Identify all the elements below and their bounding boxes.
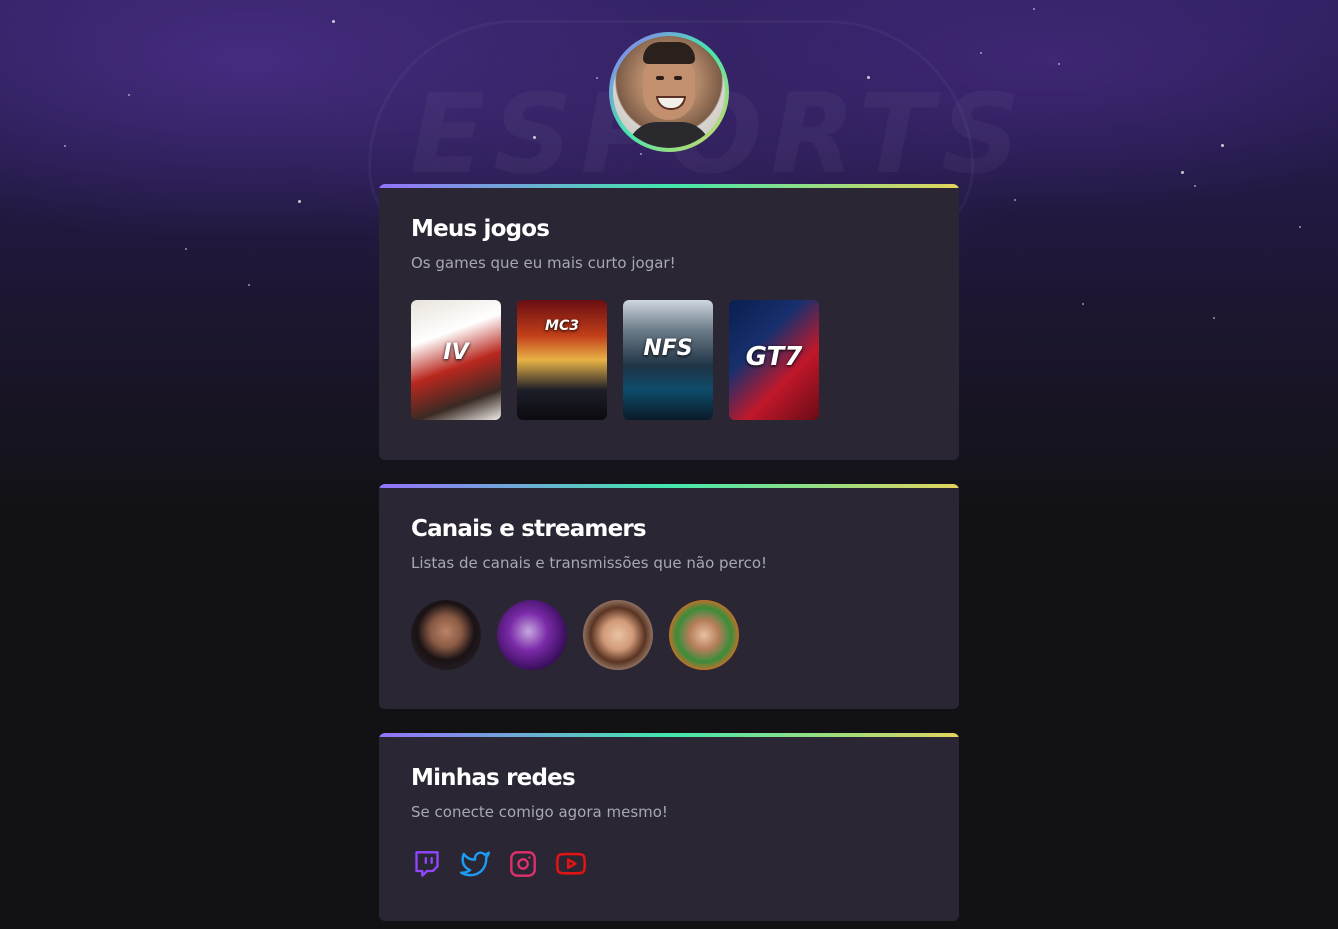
streamers-title: Canais e streamers — [411, 516, 647, 542]
streamers-subtitle: Listas de canais e transmissões que não … — [411, 554, 768, 572]
twitch-link[interactable] — [411, 848, 443, 880]
streamers-card: Canais e streamers Listas de canais e tr… — [379, 484, 959, 709]
instagram-link[interactable] — [507, 848, 539, 880]
streamer-avatar-1[interactable] — [411, 600, 481, 670]
games-card: Meus jogos Os games que eu mais curto jo… — [379, 184, 959, 460]
social-card: Minhas redes Se conecte comigo agora mes… — [379, 733, 959, 921]
twitch-icon — [415, 851, 439, 877]
social-links — [411, 848, 587, 880]
social-subtitle: Se conecte comigo agora mesmo! — [411, 803, 668, 821]
twitter-icon — [460, 851, 490, 877]
streamer-avatar-3[interactable] — [583, 600, 653, 670]
streamers-list — [411, 600, 739, 670]
games-subtitle: Os games que eu mais curto jogar! — [411, 254, 676, 272]
games-title: Meus jogos — [411, 216, 550, 242]
instagram-icon — [510, 851, 536, 877]
streamer-avatar-2[interactable] — [497, 600, 567, 670]
youtube-link[interactable] — [555, 848, 587, 880]
streamer-avatar-4[interactable] — [669, 600, 739, 670]
game-cover-3[interactable]: NFS — [623, 300, 713, 420]
twitter-link[interactable] — [459, 848, 491, 880]
avatar-photo — [613, 36, 725, 148]
profile-avatar — [609, 32, 729, 152]
game-cover-4[interactable]: GT7 — [729, 300, 819, 420]
game-cover-1[interactable]: IV — [411, 300, 501, 420]
youtube-icon — [556, 852, 586, 875]
social-title: Minhas redes — [411, 765, 576, 791]
game-cover-2[interactable]: MC3 — [517, 300, 607, 420]
games-list: IV MC3 NFS GT7 — [411, 300, 819, 420]
